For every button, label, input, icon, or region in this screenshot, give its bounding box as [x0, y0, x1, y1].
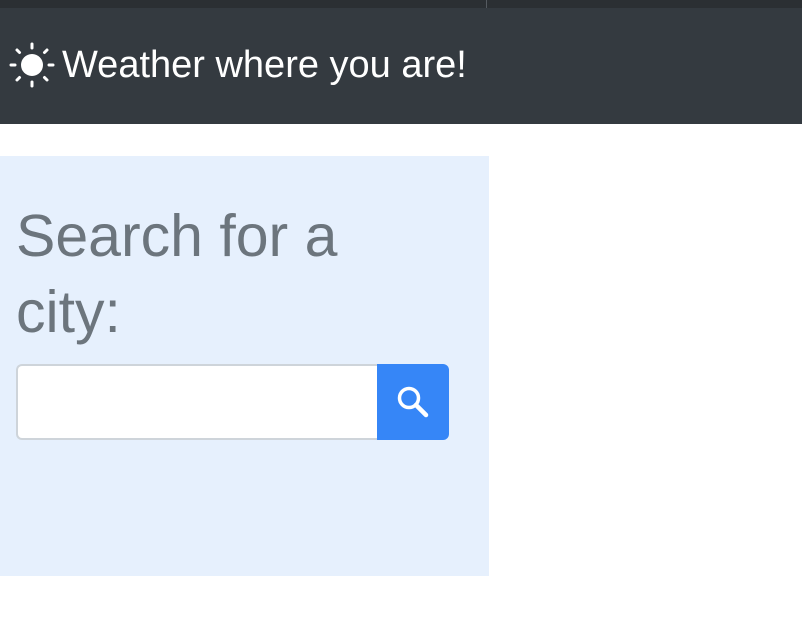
sun-icon	[9, 42, 55, 88]
browser-top-strip	[0, 0, 802, 8]
search-heading: Search for a city:	[16, 203, 338, 345]
brand-title: Weather where you are!	[62, 43, 467, 86]
search-input-group	[16, 364, 449, 440]
search-panel: Search for a city:	[0, 156, 489, 576]
search-button[interactable]	[377, 364, 449, 440]
city-search-input[interactable]	[16, 364, 377, 440]
top-strip-divider	[486, 0, 487, 8]
search-icon	[393, 382, 433, 422]
navbar: Weather where you are!	[0, 8, 802, 124]
navbar-brand[interactable]: Weather where you are!	[9, 42, 467, 88]
